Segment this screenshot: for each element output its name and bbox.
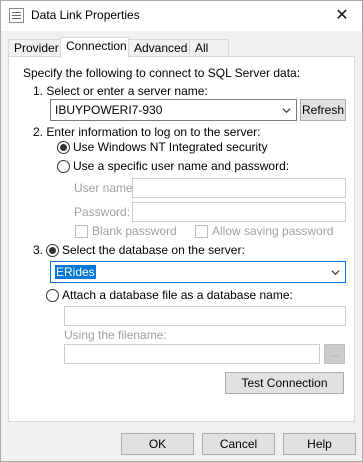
username-field[interactable] (132, 178, 346, 198)
chevron-down-icon (282, 108, 291, 114)
tab-provider[interactable]: Provider (8, 39, 61, 57)
select-database-radio[interactable] (46, 244, 59, 257)
help-button[interactable]: Help (283, 433, 356, 455)
blank-password-checkbox[interactable] (75, 225, 88, 238)
cancel-button[interactable]: Cancel (202, 433, 275, 455)
tab-connection[interactable]: Connection (60, 37, 129, 58)
password-field[interactable] (132, 202, 346, 222)
step1-label: 1. Select or enter a server name: (33, 84, 208, 98)
close-icon[interactable]: ✕ (322, 1, 362, 31)
browse-button[interactable]: ... (324, 344, 345, 364)
windows-auth-label: Use Windows NT Integrated security (73, 140, 268, 154)
step3-number: 3. (33, 243, 44, 257)
chevron-down-icon (331, 270, 340, 276)
attach-db-label: Attach a database file as a database nam… (62, 288, 293, 302)
windows-auth-radio[interactable] (57, 141, 70, 154)
tab-advanced[interactable]: Advanced (128, 39, 190, 57)
title-bar: Data Link Properties ✕ (1, 1, 362, 31)
step2-label: 2. Enter information to log on to the se… (33, 125, 261, 139)
ok-button[interactable]: OK (121, 433, 194, 455)
specific-user-radio[interactable] (57, 160, 70, 173)
attach-db-radio[interactable] (46, 289, 59, 302)
blank-password-label: Blank password (92, 224, 177, 238)
username-label: User name: (74, 181, 137, 195)
data-link-properties-dialog: Data Link Properties ✕ Provider Connecti… (0, 0, 363, 462)
connection-panel: Specify the following to connect to SQL … (8, 56, 355, 422)
tab-all[interactable]: All (189, 39, 229, 57)
filename-field[interactable] (64, 344, 320, 364)
allow-saving-checkbox[interactable] (195, 225, 208, 238)
allow-saving-label: Allow saving password (212, 224, 334, 238)
refresh-button[interactable]: Refresh (300, 99, 346, 121)
server-name-value: IBUYPOWERI7-930 (55, 103, 163, 117)
data-link-icon (9, 8, 24, 23)
window-title: Data Link Properties (31, 8, 140, 22)
password-label: Password: (74, 205, 131, 219)
database-combo[interactable]: ERides (50, 261, 346, 283)
select-database-label: Select the database on the server: (62, 243, 245, 257)
filename-label: Using the filename: (64, 328, 167, 342)
server-name-combo[interactable]: IBUYPOWERI7-930 (50, 99, 297, 121)
attach-db-name-field[interactable] (64, 306, 346, 326)
database-value: ERides (55, 265, 96, 279)
test-connection-button[interactable]: Test Connection (225, 372, 344, 394)
specific-user-label: Use a specific user name and password: (73, 159, 290, 173)
intro-text: Specify the following to connect to SQL … (23, 66, 301, 80)
